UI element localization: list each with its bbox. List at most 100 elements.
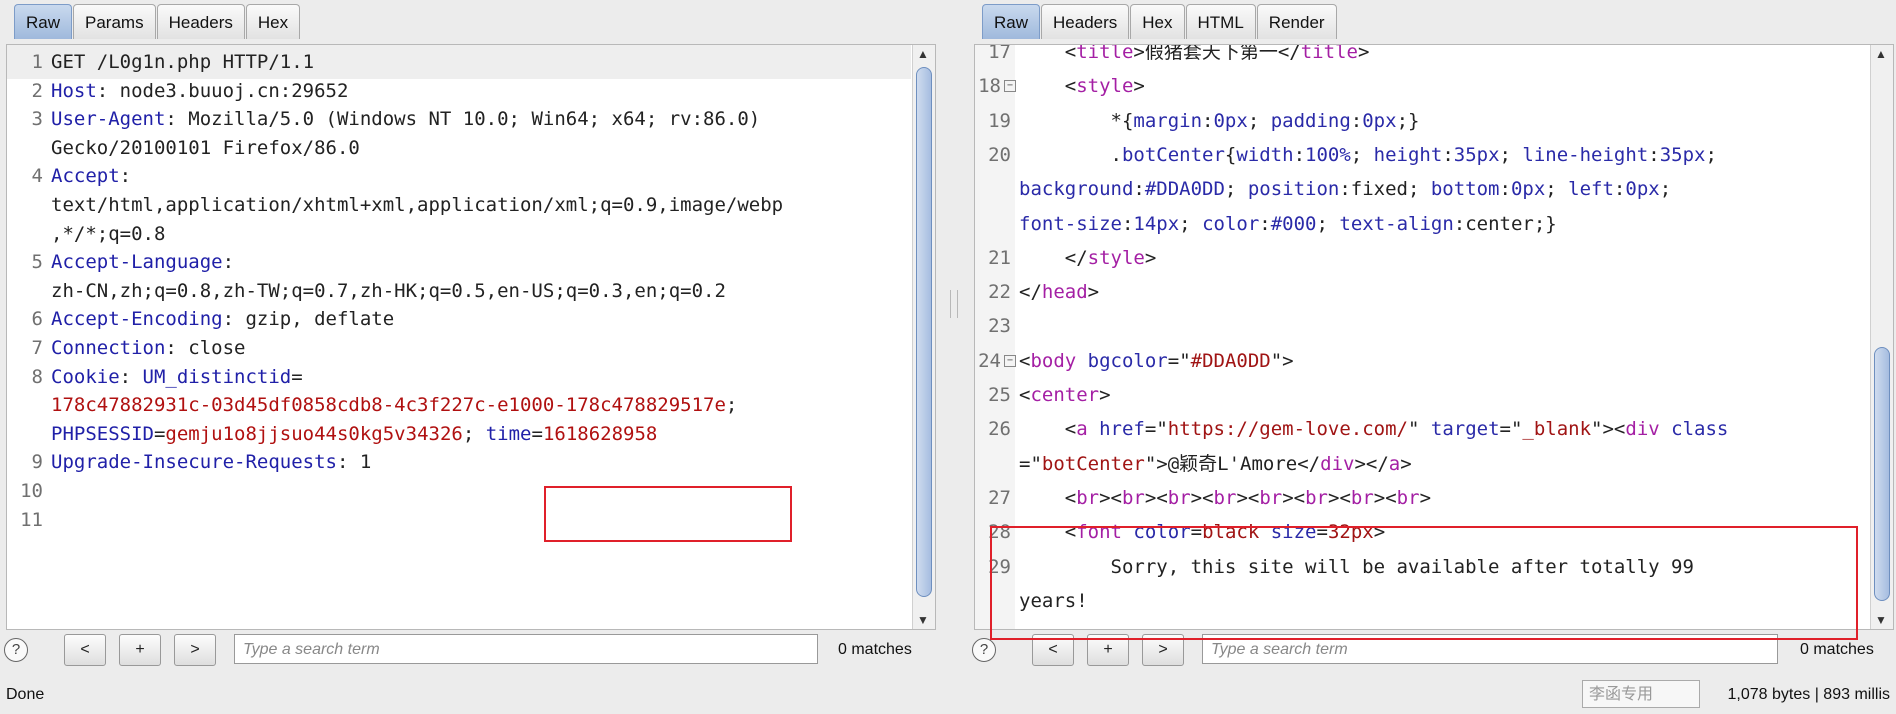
token: ; bbox=[1545, 178, 1569, 201]
line-number: 27 bbox=[988, 486, 1011, 509]
token: Cookie bbox=[51, 365, 120, 388]
token: background bbox=[1019, 178, 1134, 201]
token: : close bbox=[165, 337, 246, 359]
code-text: <br><br><br><br><br><br><br><br> bbox=[1019, 481, 1869, 515]
token: 178c47882931c-03d45df0858cdb8-4c3f227c-e… bbox=[51, 394, 726, 417]
token: text/html,application/xhtml+xml,applicat… bbox=[51, 194, 784, 216]
line-number: 24 bbox=[978, 349, 1001, 372]
tab-hex[interactable]: Hex bbox=[245, 4, 301, 39]
token: { bbox=[1224, 143, 1237, 166]
fold-toggle-icon[interactable]: − bbox=[1004, 354, 1016, 367]
response-size-timing: 1,078 bytes | 893 millis bbox=[1727, 686, 1890, 703]
token: =" bbox=[1499, 418, 1523, 441]
token: : bbox=[119, 365, 143, 388]
add-match-button[interactable]: + bbox=[119, 634, 161, 666]
request-panel: Raw Params Headers Hex 1 GET /L0g1n.php HTTP… bbox=[0, 0, 936, 668]
scroll-down-icon[interactable]: ▼ bbox=[1875, 613, 1887, 627]
token: ; bbox=[1705, 143, 1717, 166]
token: left bbox=[1568, 178, 1614, 201]
tab-hex[interactable]: Hex bbox=[1130, 4, 1185, 39]
token: gemju1o8jjsuo44s0kg5v34326 bbox=[165, 422, 463, 445]
tab-raw[interactable]: Raw bbox=[982, 4, 1041, 39]
token: text-align bbox=[1339, 212, 1454, 235]
token: style bbox=[1087, 246, 1145, 269]
line-number: 20 bbox=[988, 143, 1011, 166]
tab-params[interactable]: Params bbox=[73, 4, 156, 39]
token: 0px bbox=[1510, 178, 1546, 201]
tab-html[interactable]: HTML bbox=[1185, 4, 1256, 39]
tab-raw[interactable]: Raw bbox=[14, 4, 73, 39]
token: : bbox=[1293, 143, 1306, 166]
line-number: 18 bbox=[978, 75, 1001, 98]
token: > bbox=[1133, 75, 1145, 98]
response-scroll-thumb[interactable] bbox=[1874, 347, 1890, 601]
token: margin bbox=[1133, 109, 1203, 132]
line-number: 19 bbox=[988, 109, 1011, 132]
line-number: 17 bbox=[988, 44, 1011, 63]
response-scrollbar[interactable]: ▲ ▼ bbox=[1870, 45, 1893, 629]
token: >< bbox=[1190, 486, 1214, 509]
panel-splitter[interactable] bbox=[946, 0, 960, 668]
splitter-grip[interactable] bbox=[950, 290, 958, 318]
token: ; bbox=[1499, 143, 1523, 166]
token: Host bbox=[51, 79, 97, 102]
request-editor[interactable]: 1 GET /L0g1n.php HTTP/1.1 2 Host: node3.buu… bbox=[6, 44, 936, 630]
token: body bbox=[1030, 349, 1077, 372]
token: >假猪套天下第一</ bbox=[1133, 44, 1301, 63]
token: < bbox=[1019, 384, 1031, 406]
code-text: <a href="https://gem-love.com/" target="… bbox=[1019, 412, 1869, 446]
code-text: <body bgcolor="#DDA0DD"> bbox=[1019, 344, 1869, 378]
token: botCenter bbox=[1121, 143, 1225, 166]
token: a bbox=[1076, 418, 1088, 441]
token: ; bbox=[725, 394, 738, 417]
code-text: font-size:14px; color:#000; text-align:c… bbox=[1019, 207, 1869, 241]
token: =" bbox=[1019, 452, 1042, 475]
code-text: <title>假猪套天下第一</title> bbox=[1019, 44, 1869, 69]
prev-match-button[interactable]: < bbox=[64, 634, 106, 666]
tab-render[interactable]: Render bbox=[1256, 4, 1337, 39]
token: br bbox=[1167, 486, 1191, 509]
token: "> bbox=[1270, 349, 1294, 372]
token: > bbox=[1099, 384, 1111, 406]
token: bottom bbox=[1430, 178, 1500, 201]
code-line: font-size:14px; color:#000; text-align:c… bbox=[975, 207, 1869, 241]
request-scroll-thumb[interactable] bbox=[916, 67, 932, 597]
help-icon[interactable]: ? bbox=[4, 638, 28, 662]
tab-headers[interactable]: Headers bbox=[1041, 4, 1130, 39]
scroll-up-icon[interactable]: ▲ bbox=[917, 47, 929, 61]
token: botCenter bbox=[1041, 452, 1145, 475]
token: </ bbox=[1019, 246, 1088, 269]
token: GET /L0g1n.php HTTP/1.1 bbox=[51, 51, 315, 73]
token: ></ bbox=[1354, 452, 1389, 475]
token: >< bbox=[1099, 486, 1122, 509]
scroll-up-icon[interactable]: ▲ bbox=[1875, 47, 1887, 61]
tab-headers[interactable]: Headers bbox=[156, 4, 245, 39]
code-line: 22 </head> bbox=[975, 275, 1869, 309]
token: href bbox=[1099, 418, 1145, 441]
code-text: <center> bbox=[1019, 378, 1869, 412]
fold-toggle-icon[interactable]: − bbox=[1004, 80, 1016, 93]
token: ; bbox=[1350, 143, 1374, 166]
token: : bbox=[1350, 109, 1363, 132]
status-bar: Done 李函专用 1,078 bytes | 893 millis bbox=[0, 676, 1896, 714]
token: : bbox=[1499, 178, 1511, 201]
token: class bbox=[1671, 418, 1729, 441]
line-number: 21 bbox=[988, 246, 1011, 269]
request-scrollbar[interactable]: ▲ ▼ bbox=[912, 45, 935, 629]
next-match-button[interactable]: > bbox=[174, 634, 216, 666]
token: >< bbox=[1328, 486, 1351, 509]
token: zh-CN,zh;q=0.8,zh-TW;q=0.7,zh-HK;q=0.5,e… bbox=[51, 279, 726, 302]
token: 35px bbox=[1659, 143, 1706, 166]
request-match-count: 0 matches bbox=[838, 641, 912, 658]
token: >< bbox=[1282, 486, 1306, 509]
token: : bbox=[1121, 212, 1134, 235]
token: : bbox=[1259, 212, 1271, 235]
token: ; bbox=[1224, 178, 1248, 201]
token: #DDA0DD bbox=[1190, 349, 1271, 372]
scroll-down-icon[interactable]: ▼ bbox=[917, 613, 929, 627]
token: : bbox=[222, 251, 235, 274]
code-text: .botCenter{width:100%; height:35px; line… bbox=[1019, 138, 1869, 172]
help-icon[interactable]: ? bbox=[972, 638, 996, 662]
request-search-input[interactable]: Type a search term bbox=[234, 634, 818, 664]
token: : bbox=[1133, 178, 1145, 201]
